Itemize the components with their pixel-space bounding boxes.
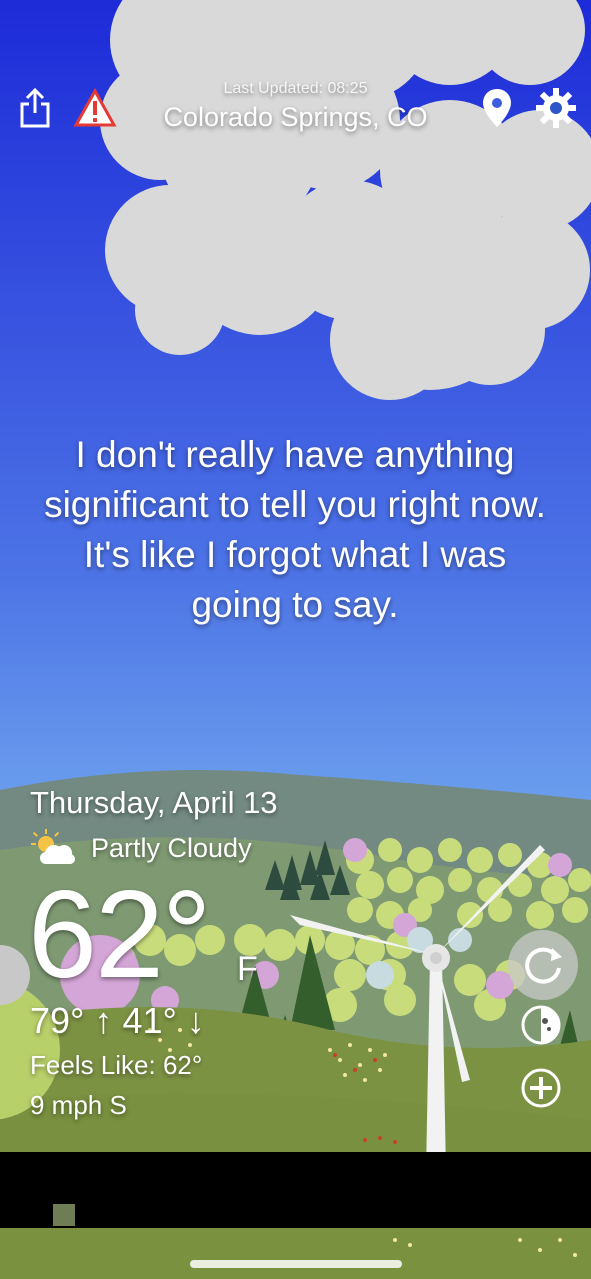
radar-icon: [521, 1005, 561, 1045]
low-temperature: 41° ↓: [122, 1000, 205, 1041]
location-button[interactable]: [474, 85, 520, 131]
radar-button[interactable]: [519, 1003, 563, 1047]
wind-speed: 9 mph S: [30, 1090, 127, 1120]
refresh-button[interactable]: [508, 930, 578, 1000]
ad-placeholder-icon[interactable]: [53, 1204, 75, 1226]
weather-condition: Partly Cloudy: [91, 833, 252, 863]
add-icon: [521, 1068, 561, 1108]
feels-like: Feels Like: 62°: [30, 1050, 203, 1080]
temperature-unit[interactable]: F: [237, 950, 258, 989]
gear-icon: [536, 88, 576, 128]
location-pin-icon: [483, 89, 511, 127]
weather-message: I don't really have anything significant…: [44, 434, 546, 625]
settings-button[interactable]: [533, 85, 579, 131]
ad-banner[interactable]: [0, 1152, 591, 1228]
home-indicator[interactable]: [190, 1260, 402, 1268]
weather-scene: [0, 0, 591, 1279]
cloud: [100, 0, 591, 400]
refresh-icon: [525, 947, 562, 984]
high-temperature: 79° ↑: [30, 1000, 113, 1041]
current-temperature[interactable]: 62°: [28, 870, 212, 1000]
add-button[interactable]: [519, 1066, 563, 1110]
high-low: 79° ↑ 41° ↓: [30, 1000, 205, 1042]
partly-cloudy-icon: [31, 829, 75, 864]
forecast-date: Thursday, April 13: [30, 785, 278, 820]
